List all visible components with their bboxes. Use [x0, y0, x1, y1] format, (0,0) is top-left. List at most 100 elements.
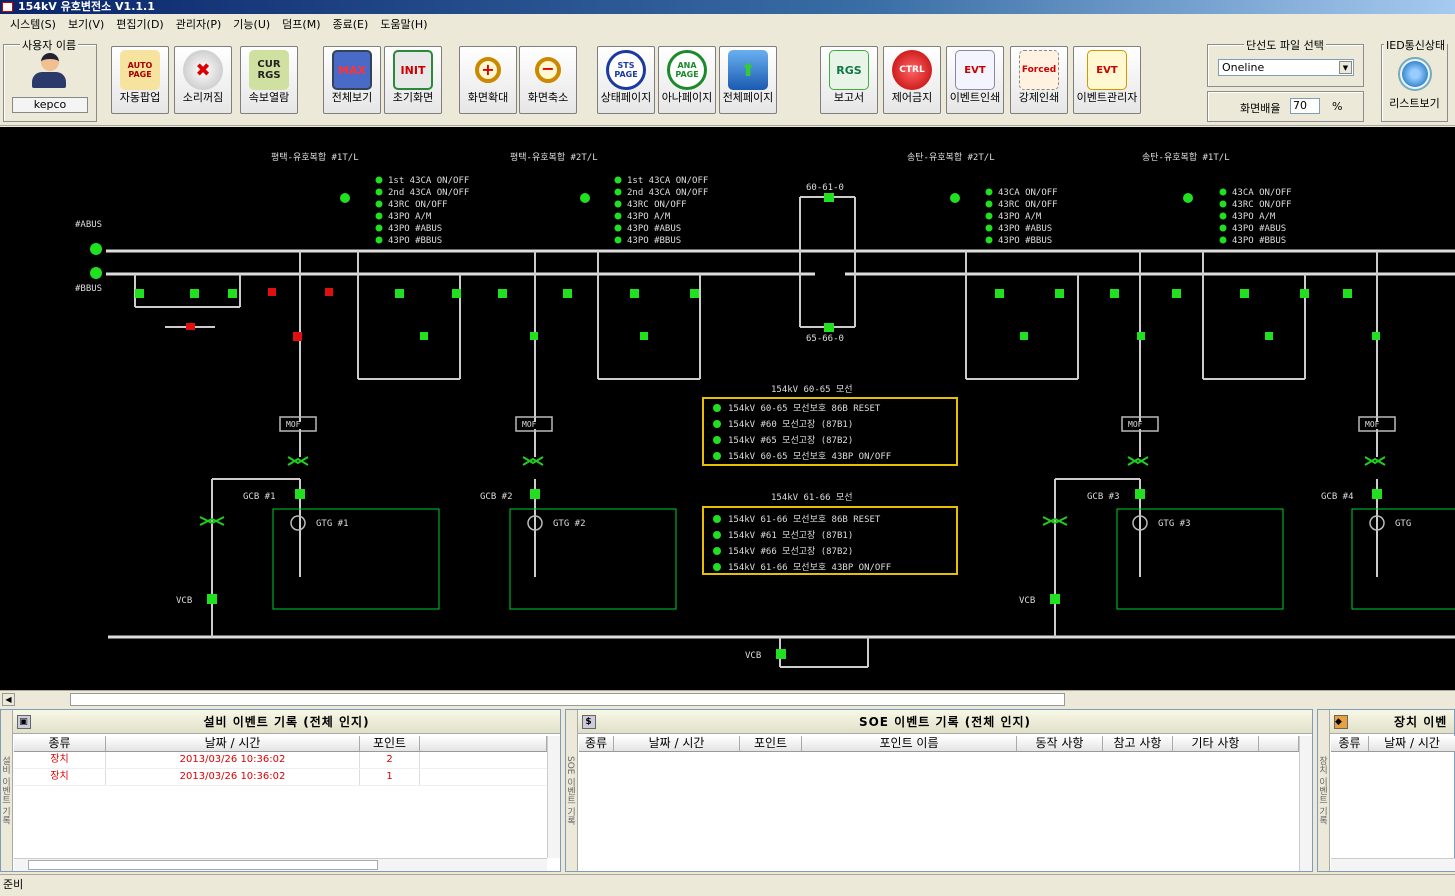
zoom-out-icon: −	[528, 50, 568, 90]
soe-panel-sidebar[interactable]: SOE 이벤트 기록	[565, 710, 578, 871]
box2-item-4: 154kV 61-66 모선보호 43BP ON/OFF	[728, 562, 891, 573]
row-point: 2	[360, 752, 420, 768]
status-text: 준비	[3, 878, 24, 891]
app-icon	[2, 2, 13, 12]
all-page-icon: ⬆	[728, 50, 768, 90]
zoom-value-input[interactable]: 70	[1290, 98, 1320, 114]
col-point[interactable]: 포인트	[360, 736, 420, 751]
list-view-button[interactable]: 리스트보기	[1386, 53, 1443, 117]
auto-popup-button[interactable]: AUTO PAGE 자동팝업	[111, 46, 169, 114]
feeder4-item-2: 43RC ON/OFF	[1232, 200, 1292, 210]
col-type[interactable]: 종류	[1331, 736, 1369, 751]
control-block-button[interactable]: CTRL 제어금지	[883, 46, 941, 114]
toolbar: 사용자 이름 kepco AUTO PAGE 자동팝업 ✖ 소리꺼짐 CUR R…	[0, 34, 1455, 126]
mof-label-4: MOF	[1365, 420, 1380, 429]
device-table-header: 종류 날짜 / 시간	[1331, 736, 1455, 752]
device-panel-sidebar[interactable]: 장치 이벤트 기록	[1317, 710, 1330, 871]
soe-vertical-scrollbar[interactable]	[1299, 736, 1312, 871]
col-point-name[interactable]: 포인트 이름	[802, 736, 1017, 751]
analog-page-button[interactable]: ANA PAGE 아나페이지	[658, 46, 716, 114]
table-row[interactable]: 장치 2013/03/26 10:36:02 2	[14, 752, 547, 769]
sound-off-button[interactable]: ✖ 소리꺼짐	[174, 46, 232, 114]
col-type[interactable]: 종류	[14, 736, 106, 751]
oneline-group-label: 단선도 파일 선택	[1244, 37, 1326, 53]
cur-view-button[interactable]: CUR RGS 속보열람	[240, 46, 298, 114]
event-manager-button[interactable]: EVT 이벤트관리자	[1073, 46, 1141, 114]
oneline-diagram: 평택-유호복합 #1T/L 평택-유호복합 #2T/L 송탄-유호복합 #2T/…	[0, 127, 1455, 690]
device-horizontal-scrollbar[interactable]	[1331, 858, 1455, 871]
evt-manager-icon: EVT	[1087, 50, 1127, 90]
feeder3-item-5: 43PO #BBUS	[998, 236, 1052, 246]
gcb-label-1: GCB #1	[243, 492, 276, 502]
menu-help[interactable]: 도움말(H)	[374, 16, 433, 32]
feeder2-item-4: 43PO A/M	[627, 212, 671, 222]
soe-panel-header: $ SOE 이벤트 기록 (전체 인지)	[578, 710, 1312, 734]
all-page-button[interactable]: ⬆ 전체페이지	[719, 46, 777, 114]
row-point: 1	[360, 769, 420, 785]
facility-vertical-scrollbar[interactable]	[547, 736, 560, 858]
col-reference[interactable]: 참고 사항	[1103, 736, 1173, 751]
status-page-button[interactable]: STS PAGE 상태페이지	[597, 46, 655, 114]
menu-system[interactable]: 시스템(S)	[4, 16, 62, 32]
col-datetime[interactable]: 날짜 / 시간	[106, 736, 360, 751]
col-type[interactable]: 종류	[579, 736, 614, 751]
zoom-in-button[interactable]: + 화면확대	[459, 46, 517, 114]
mof-label-3: MOF	[1128, 420, 1143, 429]
chevron-down-icon[interactable]: ▼	[1339, 61, 1352, 74]
feeder3-item-4: 43PO #ABUS	[998, 224, 1052, 234]
facility-panel-title: 설비 이벤트 기록 (전체 인지)	[203, 715, 370, 729]
feeder4-item-5: 43PO #BBUS	[1232, 236, 1286, 246]
feeder3-item-2: 43RC ON/OFF	[998, 200, 1058, 210]
feeder2-item-6: 43PO #BBUS	[627, 236, 681, 246]
event-print-button[interactable]: EVT 이벤트인쇄	[946, 46, 1004, 114]
row-type: 장치	[14, 769, 106, 785]
scrollbar-thumb[interactable]	[70, 693, 1065, 706]
table-row[interactable]: 장치 2013/03/26 10:36:02 1	[14, 769, 547, 786]
cur-rgs-icon: CUR RGS	[249, 50, 289, 90]
menu-dump[interactable]: 덤프(M)	[276, 16, 326, 32]
col-datetime[interactable]: 날짜 / 시간	[614, 736, 740, 751]
evt-print-icon: EVT	[955, 50, 995, 90]
menu-function[interactable]: 기능(U)	[227, 16, 276, 32]
feeder1-item-6: 43PO #BBUS	[388, 236, 442, 246]
menu-editor[interactable]: 편집기(D)	[110, 16, 169, 32]
menu-exit[interactable]: 종료(E)	[327, 16, 375, 32]
forced-print-button[interactable]: Forced 강제인쇄	[1010, 46, 1068, 114]
ana-page-icon: ANA PAGE	[667, 50, 707, 90]
soe-event-panel: SOE 이벤트 기록 $ SOE 이벤트 기록 (전체 인지) 종류 날짜 / …	[565, 709, 1313, 872]
feeder4-item-1: 43CA ON/OFF	[1232, 188, 1292, 198]
all-page-label: 전체페이지	[722, 91, 774, 104]
feeder2-item-5: 43PO #ABUS	[627, 224, 681, 234]
dollar-icon: $	[582, 715, 596, 729]
row-type: 장치	[14, 752, 106, 768]
zoom-out-button[interactable]: − 화면축소	[519, 46, 577, 114]
gtg-label-2: GTG #2	[553, 519, 586, 529]
status-page-label: 상태페이지	[600, 91, 652, 104]
col-other[interactable]: 기타 사항	[1173, 736, 1259, 751]
auto-page-icon: AUTO PAGE	[120, 50, 160, 90]
user-name-field: kepco	[12, 97, 88, 113]
col-point[interactable]: 포인트	[740, 736, 802, 751]
menu-view[interactable]: 보기(V)	[62, 16, 110, 32]
init-icon: INIT	[393, 50, 433, 90]
report-button[interactable]: RGS 보고서	[820, 46, 878, 114]
oneline-select[interactable]: Oneline ▼	[1218, 59, 1354, 76]
zoom-in-label: 화면확대	[467, 91, 509, 104]
feeder1-item-4: 43PO A/M	[388, 212, 432, 222]
user-avatar-icon	[32, 53, 68, 91]
facility-panel-sidebar[interactable]: 설비 이벤트 기록	[0, 710, 13, 871]
max-icon: MAX	[332, 50, 372, 90]
scroll-left-icon[interactable]: ◀	[2, 693, 15, 706]
user-group: 사용자 이름 kepco	[3, 37, 97, 122]
full-view-button[interactable]: MAX 전체보기	[323, 46, 381, 114]
init-screen-button[interactable]: INIT 초기화면	[384, 46, 442, 114]
diagram-horizontal-scrollbar[interactable]: ◀	[0, 690, 1455, 707]
facility-horizontal-scrollbar[interactable]	[14, 858, 547, 871]
col-datetime[interactable]: 날짜 / 시간	[1369, 736, 1455, 751]
device-panel-header: ◆ 장치 이벤	[1330, 710, 1454, 734]
sts-page-icon: STS PAGE	[606, 50, 646, 90]
gcb-label-4: GCB #4	[1321, 492, 1354, 502]
col-action[interactable]: 동작 사항	[1017, 736, 1103, 751]
vcb-label-1: VCB	[176, 596, 192, 606]
menu-admin[interactable]: 관리자(P)	[170, 16, 228, 32]
